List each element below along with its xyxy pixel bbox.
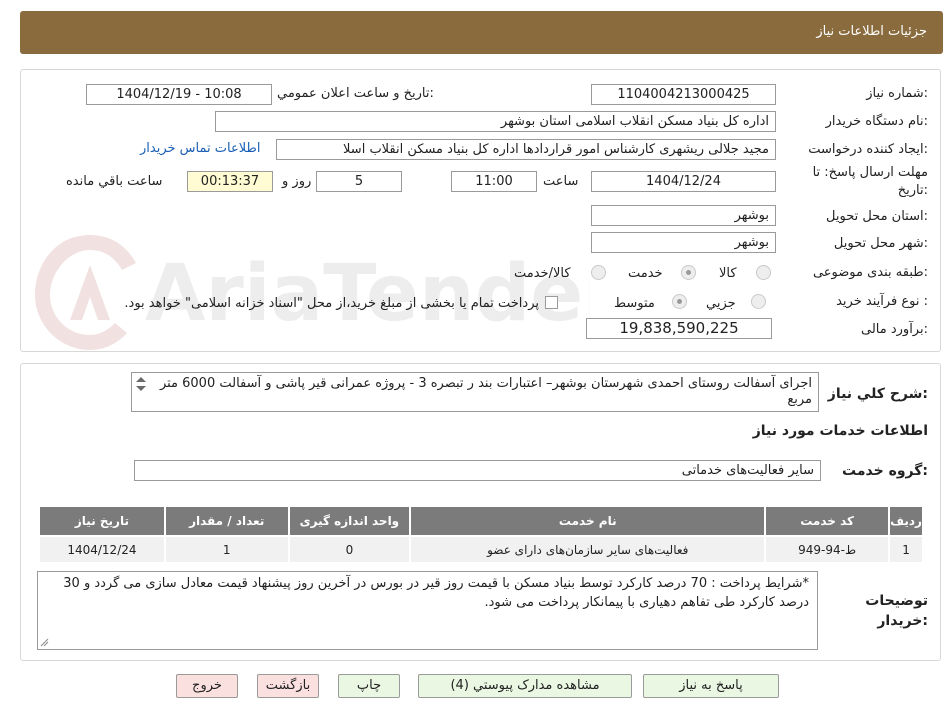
buyer-notes-label: توضيحات: [865, 593, 928, 609]
col-quantity: تعداد / مقدار: [163, 505, 290, 537]
description-scroll-arrows-icon[interactable]: [135, 375, 147, 393]
category-goods-radio[interactable]: [756, 265, 771, 280]
delivery-city-label: شهر محل تحويل:: [833, 236, 928, 251]
deadline-time-label: ساعت: [543, 174, 579, 189]
category-goods-label: کالا: [719, 266, 737, 281]
cell-service-code: ط-94-949: [764, 535, 891, 564]
description-label: شرح کلي نياز:: [827, 386, 928, 402]
announce-datetime-label: تاریخ و ساعت اعلان عمومي:: [277, 86, 434, 101]
service-group-field: سایر فعالیت‌های خدماتی: [134, 460, 821, 481]
buyer-notes-textarea[interactable]: *شرایط پرداخت : 70 درصد کارکرد توسط بنیا…: [37, 571, 818, 650]
need-number-label: شماره نیاز:: [866, 86, 928, 101]
description-text: اجرای آسفالت روستای احمدی شهرستان بوشهر–…: [159, 376, 812, 407]
buyer-org-label: نام دستگاه خريدار:: [825, 114, 928, 129]
category-goods-service-label: کالا/خدمت: [514, 266, 571, 281]
need-number-field: 1104004213000425: [591, 84, 776, 105]
col-service-code: کد خدمت: [764, 505, 891, 537]
budget-label: برآورد مالی:: [861, 322, 928, 337]
cell-service-name: فعالیت‌های سایر سازمان‌های دارای عضو: [409, 535, 767, 564]
deadline-label: مهلت ارسال پاسخ: تا: [812, 165, 928, 180]
cell-need-date: 1404/12/24: [38, 535, 166, 564]
deadline-time-field: 11:00: [451, 171, 537, 192]
process-medium-radio[interactable]: [672, 294, 687, 309]
delivery-province-label: استان محل تحويل:: [826, 209, 928, 224]
deadline-date-field: 1404/12/24: [591, 171, 776, 192]
col-service-name: نام خدمت: [409, 505, 767, 537]
services-section-title: اطلاعات خدمات مورد نياز: [752, 423, 928, 439]
remaining-time-field: 00:13:37: [187, 171, 273, 192]
buyer-notes-text: *شرایط پرداخت : 70 درصد کارکرد توسط بنیا…: [63, 576, 809, 610]
budget-field: 19,838,590,225: [586, 318, 772, 339]
reply-button[interactable]: پاسخ به نياز: [643, 674, 779, 698]
process-medium-label: متوسط: [614, 296, 655, 311]
deadline-days-field: 5: [316, 171, 402, 192]
resize-handle-icon[interactable]: [40, 638, 49, 647]
deadline-days-label: روز و: [282, 174, 312, 189]
treasury-payment-note: پرداخت تمام یا بخشی از مبلغ خرید،از محل …: [124, 296, 539, 311]
category-service-radio[interactable]: [681, 265, 696, 280]
cell-unit: 0: [287, 535, 412, 564]
process-label: نوع فرآيند خريد :: [836, 294, 928, 309]
col-need-date: تاريخ نياز: [38, 505, 166, 537]
requester-field: مجید جلالی ریشهری کارشناس امور قراردادها…: [276, 139, 776, 160]
description-textarea[interactable]: اجرای آسفالت روستای احمدی شهرستان بوشهر–…: [131, 372, 819, 412]
service-group-label: گروه خدمت:: [842, 463, 928, 479]
services-table: رديف کد خدمت نام خدمت واحد اندازه گيری ت…: [38, 505, 924, 564]
view-documents-button[interactable]: مشاهده مدارک پيوستي (4): [418, 674, 632, 698]
category-label: طبقه بندی موضوعی:: [812, 265, 928, 280]
remaining-time-label: ساعت باقي مانده: [66, 174, 163, 189]
back-button[interactable]: بازگشت: [257, 674, 319, 698]
buyer-notes-label-2: خريدار:: [877, 613, 928, 629]
category-goods-service-radio[interactable]: [591, 265, 606, 280]
delivery-city-field: بوشهر: [591, 232, 776, 253]
buyer-org-field: اداره کل بنیاد مسکن انقلاب اسلامی استان …: [215, 111, 776, 132]
page-header: جزئیات اطلاعات نیاز: [20, 11, 943, 54]
process-minor-radio[interactable]: [751, 294, 766, 309]
deadline-label-date: تاريخ:: [897, 183, 928, 198]
requester-label: ايجاد کننده درخواست:: [808, 142, 928, 157]
print-button[interactable]: چاپ: [338, 674, 400, 698]
treasury-payment-checkbox[interactable]: [545, 296, 558, 309]
services-table-header: رديف کد خدمت نام خدمت واحد اندازه گيری ت…: [38, 505, 924, 537]
cell-row: 1: [888, 535, 924, 564]
exit-button[interactable]: خروج: [176, 674, 238, 698]
page-title: جزئیات اطلاعات نیاز: [816, 24, 927, 39]
process-minor-label: جزيي: [706, 296, 736, 311]
table-row: 1 ط-94-949 فعالیت‌های سایر سازمان‌های دا…: [38, 535, 924, 564]
col-unit: واحد اندازه گيری: [287, 505, 412, 537]
announce-datetime-field: 1404/12/19 - 10:08: [86, 84, 272, 105]
category-service-label: خدمت: [628, 266, 663, 281]
col-row: رديف: [888, 505, 924, 537]
cell-quantity: 1: [163, 535, 290, 564]
buyer-contact-link[interactable]: اطلاعات تماس خريدار: [140, 141, 260, 156]
delivery-province-field: بوشهر: [591, 205, 776, 226]
